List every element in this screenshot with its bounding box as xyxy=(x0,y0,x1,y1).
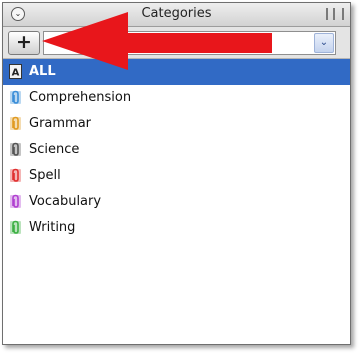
paperclip-icon xyxy=(9,90,22,105)
select-value: All xyxy=(104,35,119,49)
all-icon: A xyxy=(9,64,22,79)
panel-grip-icon[interactable] xyxy=(326,8,344,20)
category-label: Comprehension xyxy=(29,90,132,105)
panel-toolbar: + All ⌄ xyxy=(3,27,350,59)
category-label: Science xyxy=(29,142,80,157)
paperclip-icon xyxy=(9,194,22,209)
category-item[interactable]: Writing xyxy=(3,215,350,241)
paperclip-icon xyxy=(9,220,22,235)
paperclip-icon xyxy=(9,168,22,183)
category-label: ALL xyxy=(29,64,56,79)
paperclip-icon xyxy=(9,116,22,131)
paperclip-icon xyxy=(9,142,22,157)
category-label: Spell xyxy=(29,168,61,183)
category-label: Vocabulary xyxy=(29,194,102,209)
svg-text:A: A xyxy=(12,68,20,79)
category-item[interactable]: Vocabulary xyxy=(3,189,350,215)
panel-titlebar: ⌄ Categories xyxy=(3,3,350,27)
add-category-button[interactable]: + xyxy=(8,31,40,55)
category-item[interactable]: A ALL xyxy=(3,59,350,85)
category-item[interactable]: Grammar xyxy=(3,111,350,137)
chevron-down-icon[interactable]: ⌄ xyxy=(314,33,334,53)
category-label: Writing xyxy=(29,220,76,235)
category-item[interactable]: Spell xyxy=(3,163,350,189)
category-filter-select[interactable]: All ⌄ xyxy=(43,31,336,55)
category-label: Grammar xyxy=(29,116,92,131)
panel-title: Categories xyxy=(141,6,212,21)
category-list: A ALL Comprehension Grammar Science Spell Voca… xyxy=(3,59,350,241)
category-item[interactable]: Science xyxy=(3,137,350,163)
categories-panel: ⌄ Categories + All ⌄ A ALL Comprehension Gr… xyxy=(2,2,351,345)
category-item[interactable]: Comprehension xyxy=(3,85,350,111)
